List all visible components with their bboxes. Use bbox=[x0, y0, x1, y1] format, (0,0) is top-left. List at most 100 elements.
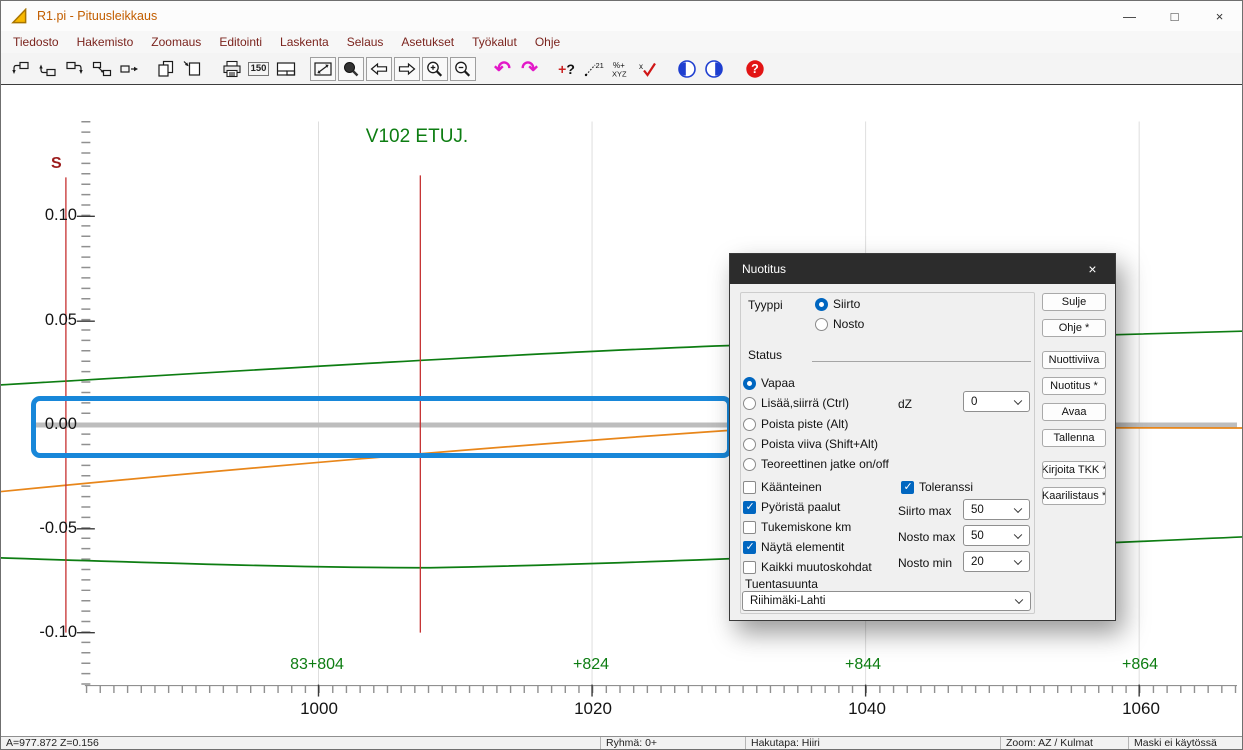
next-view-icon[interactable] bbox=[700, 56, 727, 82]
siirto-max-label: Siirto max bbox=[898, 504, 951, 518]
dialog-close-button[interactable]: × bbox=[1070, 254, 1115, 284]
checkbox-nayta-label: Näytä elementit bbox=[761, 540, 844, 554]
station-label: 83+804 bbox=[267, 656, 367, 674]
status-zoom: Zoom: AZ / Kulmat bbox=[1001, 737, 1129, 749]
zoom-out-icon[interactable] bbox=[450, 57, 476, 81]
swap-panes-icon[interactable] bbox=[88, 56, 115, 82]
nuottiviiva-button[interactable]: Nuottiviiva bbox=[1042, 351, 1106, 369]
menu-hakemisto[interactable]: Hakemisto bbox=[68, 31, 143, 53]
menu-editointi[interactable]: Editointi bbox=[210, 31, 271, 53]
radio-teoreettinen-jatke[interactable]: Teoreettinen jatke on/off bbox=[743, 457, 889, 471]
ohje-button[interactable]: Ohje * bbox=[1042, 319, 1106, 337]
zoom-window-icon[interactable] bbox=[338, 57, 364, 81]
status-label: Status bbox=[748, 348, 782, 362]
pan-left-icon[interactable] bbox=[366, 57, 392, 81]
radio-lisaa-siirra[interactable]: Lisää,siirrä (Ctrl) bbox=[743, 396, 849, 410]
copy-glyph bbox=[155, 60, 177, 78]
redo-glyph: ↷ bbox=[521, 59, 538, 79]
siirto-max-combo[interactable]: 50 bbox=[963, 499, 1030, 520]
move-pane-down-icon[interactable] bbox=[61, 56, 88, 82]
radio-siirto[interactable]: Siirto bbox=[815, 297, 860, 311]
titlebar[interactable]: R1.pi - Pituusleikkaus — □ × bbox=[1, 1, 1242, 31]
checkbox-box bbox=[743, 501, 756, 514]
move-pane-left-icon[interactable] bbox=[7, 56, 34, 82]
status-search-mode: Hakutapa: Hiiri bbox=[746, 737, 1001, 749]
nosto-min-combo[interactable]: 20 bbox=[963, 551, 1030, 572]
y-tick-label: -0.05 bbox=[7, 519, 77, 538]
checkbox-box bbox=[743, 561, 756, 574]
dz-value: 0 bbox=[971, 396, 977, 408]
checkbox-box bbox=[743, 521, 756, 534]
undo-icon[interactable]: ↶ bbox=[489, 56, 516, 82]
context-help-icon[interactable]: ? bbox=[741, 56, 768, 82]
checkbox-kaanteinen[interactable]: Käänteinen bbox=[743, 480, 822, 494]
print-scale-icon[interactable]: 150 bbox=[245, 56, 272, 82]
sulje-button[interactable]: Sulje bbox=[1042, 293, 1106, 311]
checkbox-kaanteinen-label: Käänteinen bbox=[761, 480, 822, 494]
copy-icon[interactable] bbox=[152, 56, 179, 82]
print-icon[interactable] bbox=[218, 56, 245, 82]
zoom-extents-icon[interactable] bbox=[310, 57, 336, 81]
selection-highlight[interactable] bbox=[31, 396, 732, 458]
move-pane-up-glyph bbox=[37, 60, 59, 78]
checkbox-box bbox=[743, 481, 756, 494]
radio-poista-viiva[interactable]: Poista viiva (Shift+Alt) bbox=[743, 437, 878, 451]
nosto-max-combo[interactable]: 50 bbox=[963, 525, 1030, 546]
avaa-button[interactable]: Avaa bbox=[1042, 403, 1106, 421]
nosto-max-label: Nosto max bbox=[898, 530, 955, 544]
menu-laskenta[interactable]: Laskenta bbox=[271, 31, 338, 53]
coordinates-xyz-icon[interactable]: %+XYZ bbox=[607, 56, 634, 82]
drawing-sheet-icon[interactable] bbox=[272, 56, 299, 82]
radio-vapaa[interactable]: Vapaa bbox=[743, 376, 795, 390]
tuentasuunta-value: Riihimäki-Lahti bbox=[750, 595, 825, 607]
pan-right-icon[interactable] bbox=[394, 57, 420, 81]
kaarilistaus-button[interactable]: Kaarilistaus * bbox=[1042, 487, 1106, 505]
minimize-button[interactable]: — bbox=[1107, 1, 1152, 31]
maximize-button[interactable]: □ bbox=[1152, 1, 1197, 31]
nuotitus-button[interactable]: Nuotitus * bbox=[1042, 377, 1106, 395]
menu-zoomaus[interactable]: Zoomaus bbox=[142, 31, 210, 53]
menu-selaus[interactable]: Selaus bbox=[338, 31, 393, 53]
kirjoita-tkk-button[interactable]: Kirjoita TKK * bbox=[1042, 461, 1106, 479]
menu-ohje[interactable]: Ohje bbox=[526, 31, 569, 53]
validate-glyph: x bbox=[637, 60, 659, 78]
checkbox-tukemiskone-label: Tukemiskone km bbox=[761, 520, 851, 534]
toolbar: 150 ↶ ↷ +? 21 %+XYZ x ? bbox=[1, 53, 1242, 85]
svg-text:?: ? bbox=[751, 62, 759, 76]
checkbox-box bbox=[901, 481, 914, 494]
previous-view-icon[interactable] bbox=[673, 56, 700, 82]
menu-asetukset[interactable]: Asetukset bbox=[392, 31, 463, 53]
dz-combo[interactable]: 0 bbox=[963, 391, 1030, 412]
svg-text:x: x bbox=[639, 62, 643, 71]
dialog-titlebar[interactable]: Nuotitus × bbox=[730, 254, 1115, 284]
checkbox-kaikki-muutoskohdat[interactable]: Kaikki muutoskohdat bbox=[743, 560, 872, 574]
svg-text:21: 21 bbox=[595, 61, 603, 70]
checkbox-nayta-elementit[interactable]: Näytä elementit bbox=[743, 540, 844, 554]
dz-label: dZ bbox=[898, 397, 912, 411]
validate-icon[interactable]: x bbox=[634, 56, 661, 82]
y-tick-label: 0.10 bbox=[7, 206, 77, 225]
checkbox-pyorista-paalut[interactable]: Pyöristä paalut bbox=[743, 500, 840, 514]
checkbox-tukemiskone-km[interactable]: Tukemiskone km bbox=[743, 520, 851, 534]
radio-nosto[interactable]: Nosto bbox=[815, 317, 864, 331]
zoom-in-icon[interactable] bbox=[422, 57, 448, 81]
paste-icon[interactable] bbox=[179, 56, 206, 82]
window-title: R1.pi - Pituusleikkaus bbox=[37, 9, 157, 23]
point-numbering-icon[interactable]: 21 bbox=[580, 56, 607, 82]
radio-lisaa-label: Lisää,siirrä (Ctrl) bbox=[761, 396, 849, 410]
menu-tyokalut[interactable]: Työkalut bbox=[463, 31, 526, 53]
radio-poista-piste[interactable]: Poista piste (Alt) bbox=[743, 417, 848, 431]
move-pane-up-icon[interactable] bbox=[34, 56, 61, 82]
x-tick-label: 1000 bbox=[269, 699, 369, 719]
station-label: +844 bbox=[813, 656, 913, 674]
status-input[interactable] bbox=[812, 340, 1031, 362]
redo-icon[interactable]: ↷ bbox=[516, 56, 543, 82]
tuentasuunta-combo[interactable]: Riihimäki-Lahti bbox=[742, 591, 1031, 611]
query-point-icon[interactable]: +? bbox=[553, 56, 580, 82]
close-button[interactable]: × bbox=[1197, 1, 1242, 31]
checkbox-toleranssi[interactable]: Toleranssi bbox=[901, 480, 973, 494]
tallenna-button[interactable]: Tallenna bbox=[1042, 429, 1106, 447]
move-pane-right-icon[interactable] bbox=[115, 56, 142, 82]
menu-tiedosto[interactable]: Tiedosto bbox=[4, 31, 68, 53]
dialog-title: Nuotitus bbox=[742, 262, 786, 276]
